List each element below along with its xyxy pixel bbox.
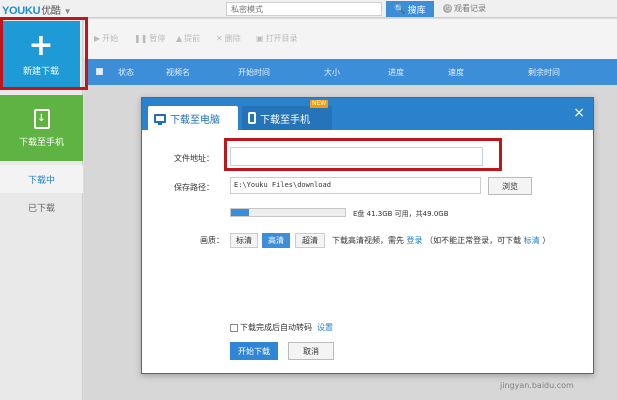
disk-usage-fill bbox=[231, 209, 250, 216]
search-button-label: 搜库 bbox=[407, 4, 426, 15]
sidebar-item-downloading[interactable]: 下载中 bbox=[0, 165, 83, 193]
quality-note-text-2: （如不能正常登录，可下载 bbox=[425, 236, 522, 245]
tab-download-to-pc[interactable]: 下载至电脑 bbox=[148, 106, 238, 130]
watch-history-link[interactable]: ◷ 观看记录 bbox=[443, 3, 486, 14]
column-status[interactable]: 状态 bbox=[118, 67, 134, 78]
download-to-phone-button[interactable]: ↓ 下载至手机 bbox=[0, 95, 83, 161]
tab-download-to-phone[interactable]: 下载至手机 bbox=[242, 106, 332, 130]
quality-label: 画质： bbox=[200, 236, 224, 245]
auto-transcode-option: 下载完成后自动转码 设置 bbox=[230, 322, 333, 333]
list-header: 状态 视频名 开始时间 大小 进度 速度 剩余时间 bbox=[88, 59, 617, 85]
priority-tool-label: 提前 bbox=[184, 34, 201, 43]
watermark-brand: Baidu bbox=[480, 340, 544, 365]
clock-icon: ◷ bbox=[443, 4, 452, 13]
auto-transcode-label: 下载完成后自动转码 bbox=[240, 323, 312, 332]
quality-sd-button[interactable]: 标清 bbox=[230, 233, 258, 248]
delete-icon: ✕ bbox=[216, 34, 223, 43]
open-folder-tool-label: 打开目录 bbox=[265, 34, 298, 43]
highlight-box-url-input bbox=[224, 138, 502, 171]
baidu-watermark: Baidu 经验 bbox=[480, 340, 573, 366]
chevron-down-icon[interactable]: ▼ bbox=[64, 7, 72, 16]
column-speed[interactable]: 速度 bbox=[448, 67, 464, 78]
download-to-phone-label: 下载至手机 bbox=[18, 137, 64, 148]
close-icon[interactable]: × bbox=[573, 106, 585, 120]
pause-icon: ❚❚ bbox=[134, 34, 148, 43]
up-arrow-icon: ▲ bbox=[176, 34, 183, 43]
pause-tool-label: 暂停 bbox=[149, 34, 166, 43]
quality-uhd-button[interactable]: 超清 bbox=[295, 233, 325, 248]
folder-icon: ▣ bbox=[256, 34, 264, 43]
column-size[interactable]: 大小 bbox=[324, 67, 340, 78]
disk-usage-bar bbox=[230, 208, 346, 217]
watermark-cn: 经验 bbox=[545, 348, 573, 363]
search-button[interactable]: 🔍 搜库 bbox=[386, 1, 434, 17]
url-label: 文件地址： bbox=[174, 154, 214, 163]
toolbar: ▶ 开始 ❚❚ 暂停 ▲ 提前 ✕ 删除 ▣ 打开目录 bbox=[84, 19, 617, 59]
monitor-icon bbox=[154, 113, 166, 125]
search-input[interactable] bbox=[226, 2, 382, 16]
watch-history-label: 观看记录 bbox=[454, 4, 486, 13]
new-badge: NEW bbox=[310, 100, 329, 108]
logo-suffix: 优酷 bbox=[41, 6, 61, 17]
sidebar-item-downloaded[interactable]: 已下载 bbox=[0, 193, 83, 221]
start-tool[interactable]: ▶ 开始 bbox=[94, 33, 118, 44]
search-icon: 🔍 bbox=[394, 3, 406, 14]
column-remaining[interactable]: 剩余时间 bbox=[528, 67, 560, 78]
tab-download-to-phone-label: 下载至手机 bbox=[260, 114, 310, 126]
dialog-header: 下载至电脑 下载至手机 NEW × bbox=[142, 98, 593, 130]
play-icon: ▶ bbox=[94, 34, 101, 43]
open-folder-tool[interactable]: ▣ 打开目录 bbox=[256, 33, 298, 44]
disk-usage-text: E盘 41.3GB 可用，共49.0GB bbox=[353, 210, 449, 218]
quality-note-text-1: 下载高清视频，需先 bbox=[332, 236, 404, 245]
login-link[interactable]: 登录 bbox=[407, 236, 423, 245]
highlight-box-new-download bbox=[0, 17, 88, 90]
quality-note: 下载高清视频，需先 登录 （如不能正常登录，可下载 标清 ） bbox=[332, 235, 550, 246]
logo-brand: YOUKU bbox=[2, 5, 41, 17]
column-start-time[interactable]: 开始时间 bbox=[238, 67, 270, 78]
select-all-checkbox[interactable] bbox=[96, 68, 103, 75]
watermark-url: jingyan.baidu.com bbox=[500, 381, 574, 390]
phone-icon bbox=[248, 112, 256, 124]
sd-link[interactable]: 标清 bbox=[524, 236, 540, 245]
column-progress[interactable]: 进度 bbox=[388, 67, 404, 78]
save-path-input[interactable]: E:\Youku Files\download bbox=[230, 177, 481, 194]
start-download-button[interactable]: 开始下载 bbox=[230, 342, 278, 360]
column-title[interactable]: 视频名 bbox=[166, 67, 190, 78]
pause-tool[interactable]: ❚❚ 暂停 bbox=[134, 33, 165, 44]
phone-download-icon: ↓ bbox=[33, 108, 50, 129]
tab-download-to-pc-label: 下载至电脑 bbox=[170, 114, 220, 126]
browse-button[interactable]: 浏览 bbox=[488, 177, 532, 195]
settings-link[interactable]: 设置 bbox=[317, 322, 333, 333]
top-bar: YOUKU优酷▼ 🔍 搜库 ◷ 观看记录 bbox=[0, 0, 617, 18]
app-logo[interactable]: YOUKU优酷 ▼ bbox=[2, 2, 72, 17]
priority-tool[interactable]: ▲ 提前 bbox=[176, 33, 200, 44]
auto-transcode-checkbox[interactable] bbox=[230, 323, 238, 332]
quality-hd-button[interactable]: 高清 bbox=[262, 233, 290, 248]
save-path-label: 保存路径： bbox=[174, 183, 214, 192]
cancel-button[interactable]: 取消 bbox=[288, 342, 334, 360]
delete-tool[interactable]: ✕ 删除 bbox=[216, 33, 241, 44]
delete-tool-label: 删除 bbox=[224, 34, 241, 43]
start-tool-label: 开始 bbox=[102, 34, 119, 43]
quality-note-text-3: ） bbox=[542, 236, 551, 245]
